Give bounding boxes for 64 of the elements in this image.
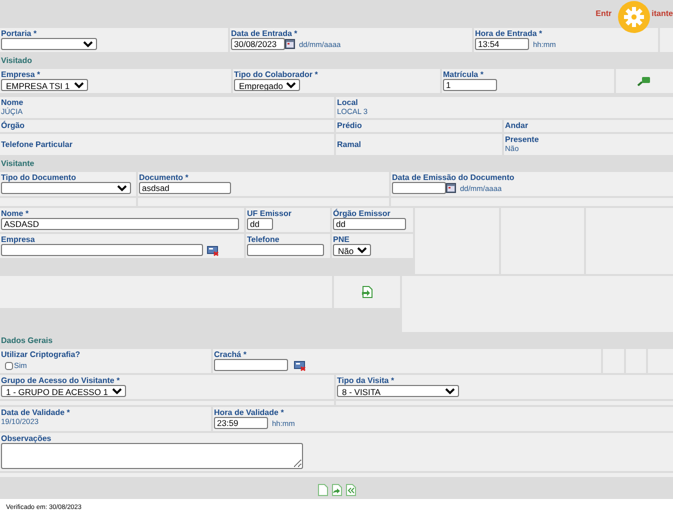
- field-label: Local: [337, 98, 359, 107]
- date-field[interactable]: 30/08/2023: [231, 38, 285, 50]
- field-label: Hora de Entrada *: [475, 29, 544, 38]
- field-label: Nome: [1, 98, 24, 107]
- field-label: Data de Emissão do Documento: [392, 173, 516, 182]
- field-label: Empresa *: [1, 70, 42, 79]
- type-select[interactable]: Empregado: [234, 79, 300, 91]
- calendar-icon[interactable]: [285, 39, 295, 49]
- field-label: Data de Validade *: [1, 408, 71, 417]
- access-group-select[interactable]: 1 - GRUPO DE ACESSO 1: [1, 385, 126, 397]
- issuer-field[interactable]: dd: [333, 218, 406, 230]
- document-arrow-icon[interactable]: [332, 484, 342, 496]
- field-label: Tipo do Colaborador *: [234, 70, 319, 79]
- field-label: PNE: [333, 235, 350, 244]
- card-icon[interactable]: [207, 244, 219, 256]
- company-field[interactable]: [1, 244, 203, 256]
- date-field[interactable]: [392, 182, 446, 194]
- time-field[interactable]: 13:54: [475, 38, 529, 50]
- document-arrow-icon[interactable]: [360, 286, 372, 298]
- card-icon[interactable]: [294, 360, 306, 370]
- field-label: Hora de Validade *: [214, 408, 285, 417]
- field-label: Nome *: [1, 209, 30, 218]
- field-label: Órgão: [1, 121, 26, 130]
- field-label: Tipo da Visita *: [337, 376, 396, 385]
- field-label: Prédio: [337, 121, 363, 130]
- state-field[interactable]: dd: [247, 218, 273, 230]
- time-field[interactable]: 23:59: [214, 417, 268, 429]
- visit-type-select[interactable]: 8 - VISITA: [337, 385, 459, 397]
- field-label: Utilizar Criptografia?: [1, 350, 82, 359]
- notes-field[interactable]: [1, 443, 303, 469]
- field-label: Documento *: [139, 173, 190, 182]
- phone-field[interactable]: [247, 244, 324, 256]
- field-label: Crachá *: [214, 350, 248, 359]
- field-label: Ramal: [337, 140, 362, 148]
- field-label: Portaria *: [1, 29, 38, 38]
- page-title: itante: [652, 9, 673, 18]
- field-label: Empresa: [1, 235, 36, 244]
- company-select[interactable]: EMPRESA TSI 1: [1, 79, 88, 91]
- pne-select[interactable]: Não: [333, 244, 371, 256]
- section-title: Dados Gerais: [0, 335, 54, 347]
- field-label: Tipo do Documento: [1, 173, 77, 182]
- field-label: Grupo de Acesso do Visitante *: [1, 376, 121, 385]
- checkbox[interactable]: [5, 362, 13, 370]
- field-label: Matrícula *: [443, 70, 484, 79]
- field-label: Telefone: [247, 235, 280, 244]
- field-label: Observações: [1, 434, 52, 443]
- search-icon[interactable]: [637, 76, 651, 86]
- portaria-select[interactable]: [1, 38, 97, 50]
- field-label: Andar: [505, 121, 530, 130]
- document-back-icon[interactable]: [346, 484, 356, 496]
- field-label: Data de Entrada *: [231, 29, 298, 38]
- name-field[interactable]: ASDASD: [1, 218, 239, 230]
- calendar-icon[interactable]: [446, 183, 456, 193]
- registration-field[interactable]: 1: [443, 79, 497, 91]
- document-field[interactable]: asdsad: [139, 182, 231, 194]
- field-label: Presente: [505, 135, 540, 144]
- page-title: Entr: [596, 9, 612, 18]
- field-label: UF Emissor: [247, 209, 292, 218]
- field-label: Órgão Emissor: [333, 209, 392, 218]
- section-title: Visitante: [0, 158, 36, 170]
- document-type-select[interactable]: [1, 182, 131, 194]
- section-title: Visitado: [0, 55, 33, 67]
- badge-field[interactable]: [214, 359, 288, 371]
- field-label: Telefone Particular: [1, 140, 74, 148]
